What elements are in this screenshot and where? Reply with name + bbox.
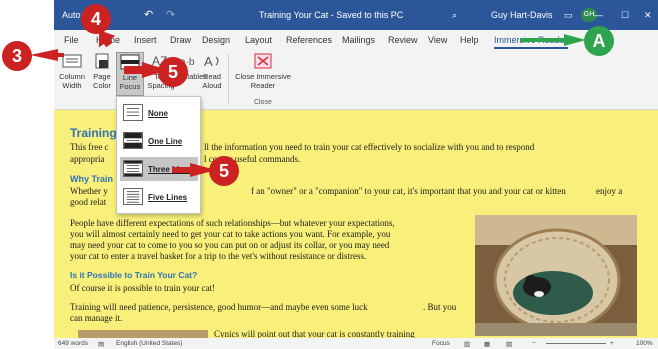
callout-arrows <box>30 30 586 177</box>
callout-4: 4 <box>81 4 111 34</box>
callout-5-ribbon: 5 <box>158 57 188 87</box>
callout-5-menu: 5 <box>209 156 239 186</box>
callout-3: 3 <box>2 41 32 71</box>
callout-a: A <box>584 26 614 56</box>
